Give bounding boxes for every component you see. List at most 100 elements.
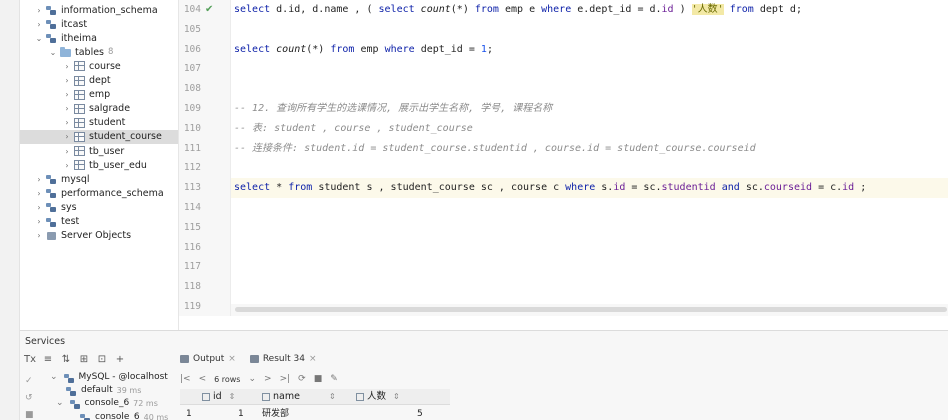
add-icon[interactable]: + (114, 354, 126, 365)
chevron-right-icon[interactable]: › (34, 231, 44, 240)
code-token: * (276, 182, 289, 194)
rows-count[interactable]: 6 rows (214, 375, 240, 384)
code-token: emp (360, 43, 385, 55)
check-icon[interactable]: ✓ (25, 373, 37, 390)
console-icon (80, 413, 91, 420)
chevron-right-icon[interactable]: › (62, 118, 72, 127)
chevron-right-icon[interactable]: › (62, 62, 72, 71)
result-toolbar: |< < 6 rows ⌄ > >| ⟳ ■ ✎ (180, 371, 338, 387)
code-token: '人数' (691, 4, 724, 15)
tree-item[interactable]: › mysql (20, 172, 178, 186)
service-item[interactable]: ⌄ MySQL - @localhost (50, 371, 168, 384)
service-item[interactable]: console_6 40 ms (78, 411, 168, 420)
chevron-right-icon[interactable]: › (62, 132, 72, 141)
tree-item[interactable]: › student_course (20, 129, 178, 144)
stop-icon[interactable]: ■ (314, 374, 323, 384)
column-header-name[interactable]: name ⇕ (262, 389, 336, 405)
tree-item[interactable]: › test (20, 215, 178, 229)
refresh-icon[interactable]: ⟳ (298, 374, 306, 384)
chevron-right-icon[interactable]: › (62, 104, 72, 113)
chevron-right-icon[interactable]: › (62, 147, 72, 156)
sort-icon[interactable]: ⇕ (229, 389, 236, 405)
tree-item[interactable]: › information_schema (20, 3, 178, 17)
stop-icon[interactable]: ■ (25, 407, 37, 420)
service-item[interactable]: default 39 ms (64, 384, 141, 397)
tree-item[interactable]: › dept (20, 74, 178, 88)
chevron-right-icon[interactable]: › (34, 20, 44, 29)
column-icon (356, 393, 364, 401)
tree-item[interactable]: › sys (20, 200, 178, 214)
folder-icon (60, 47, 71, 58)
code-token: ; (854, 182, 867, 194)
tree-item-label: course (89, 60, 121, 72)
chevron-right-icon[interactable]: › (62, 90, 72, 99)
transaction-icon[interactable]: Tx (24, 354, 36, 365)
code-line[interactable]: -- 连接条件: student.id = student_course.stu… (234, 139, 756, 159)
chevron-right-icon[interactable]: › (62, 76, 72, 85)
group-icon[interactable]: ⊞ (78, 354, 90, 365)
chevron-down-icon[interactable]: ⌄ (50, 371, 58, 384)
chevron-down-icon[interactable]: ⌄ (34, 34, 44, 43)
code-line[interactable]: select d.id, d.name , ( select count(*) … (234, 0, 802, 20)
tab-output[interactable]: Output × (180, 354, 236, 364)
tree-item-label: dept (89, 75, 111, 86)
tree-item[interactable]: › performance_schema (20, 186, 178, 200)
code-token: select (234, 4, 277, 15)
prev-page-icon[interactable]: < (199, 374, 207, 384)
rollback-icon[interactable]: ↺ (25, 390, 37, 407)
sql-editor[interactable]: 104 105 106 107 108 109 110 111 112 113 114 115 116 1… (178, 0, 948, 330)
tree-item[interactable]: ⌄ tables 8 (20, 45, 178, 59)
chevron-down-icon[interactable]: ⌄ (48, 48, 58, 57)
first-page-icon[interactable]: |< (180, 374, 191, 384)
table-row[interactable]: 1 1 研发部 5 (180, 407, 450, 420)
cell-count[interactable]: 5 (417, 407, 423, 420)
code-line[interactable]: select * from student s , student_course… (231, 178, 948, 199)
tree-item[interactable]: › course (20, 59, 178, 73)
code-line[interactable]: select count(*) from emp where dept_id =… (234, 40, 493, 60)
column-icon (262, 393, 270, 401)
tree-item-label: mysql (61, 173, 90, 185)
tab-result[interactable]: Result 34 × (249, 354, 317, 364)
column-header-id[interactable]: id ⇕ (202, 389, 235, 405)
tree-item[interactable]: › Server Objects (20, 229, 178, 243)
chevron-right-icon[interactable]: › (34, 189, 44, 198)
tree-item[interactable]: › itcast (20, 17, 178, 31)
last-page-icon[interactable]: >| (280, 374, 291, 384)
next-page-icon[interactable]: > (264, 374, 272, 384)
expand-all-icon[interactable]: ≡ (42, 354, 54, 365)
close-icon[interactable]: × (228, 354, 236, 364)
cell-name[interactable]: 研发部 (262, 407, 289, 420)
code-token: from (288, 182, 319, 194)
tree-item[interactable]: ⌄ itheima (20, 31, 178, 45)
service-item[interactable]: ⌄ console_6 72 ms (56, 397, 158, 410)
chevron-right-icon[interactable]: › (34, 203, 44, 212)
sort-icon[interactable]: ⇕ (329, 389, 336, 405)
tree-item[interactable]: › emp (20, 88, 178, 102)
chevron-right-icon[interactable]: › (62, 161, 72, 170)
tree-item[interactable]: › tb_user_edu (20, 158, 178, 172)
collapse-all-icon[interactable]: ⇅ (60, 354, 72, 365)
chevron-down-icon[interactable]: ⌄ (248, 374, 256, 384)
column-header-count[interactable]: 人数 ⇕ (356, 389, 400, 405)
sort-icon[interactable]: ⇕ (393, 389, 400, 405)
tree-item[interactable]: › salgrade (20, 102, 178, 116)
code-line[interactable]: -- 12. 查询所有学生的选课情况, 展示出学生名称, 学号, 课程名称 (234, 99, 552, 119)
close-icon[interactable]: × (309, 354, 317, 364)
tree-item-label: test (61, 216, 80, 227)
chevron-right-icon[interactable]: › (34, 217, 44, 226)
services-title: Services (25, 336, 66, 347)
tree-item[interactable]: › tb_user (20, 144, 178, 158)
line-number: 113 (183, 182, 201, 194)
code-line[interactable]: -- 表: student , course , student_course (234, 119, 473, 139)
tree-item[interactable]: › student (20, 116, 178, 130)
open-in-icon[interactable]: ⊡ (96, 354, 108, 365)
services-panel: Services Tx ≡ ⇅ ⊞ ⊡ + ✓ ↺ ■ ⌄ MySQL - @lo… (20, 330, 948, 420)
pin-icon[interactable]: ✎ (330, 374, 338, 384)
chevron-right-icon[interactable]: › (34, 175, 44, 184)
cell-id[interactable]: 1 (238, 407, 244, 420)
chevron-right-icon[interactable]: › (34, 6, 44, 15)
chevron-down-icon[interactable]: ⌄ (56, 397, 64, 410)
scrollbar-thumb[interactable] (235, 307, 947, 312)
table-icon (74, 131, 85, 142)
table-icon (74, 117, 85, 128)
